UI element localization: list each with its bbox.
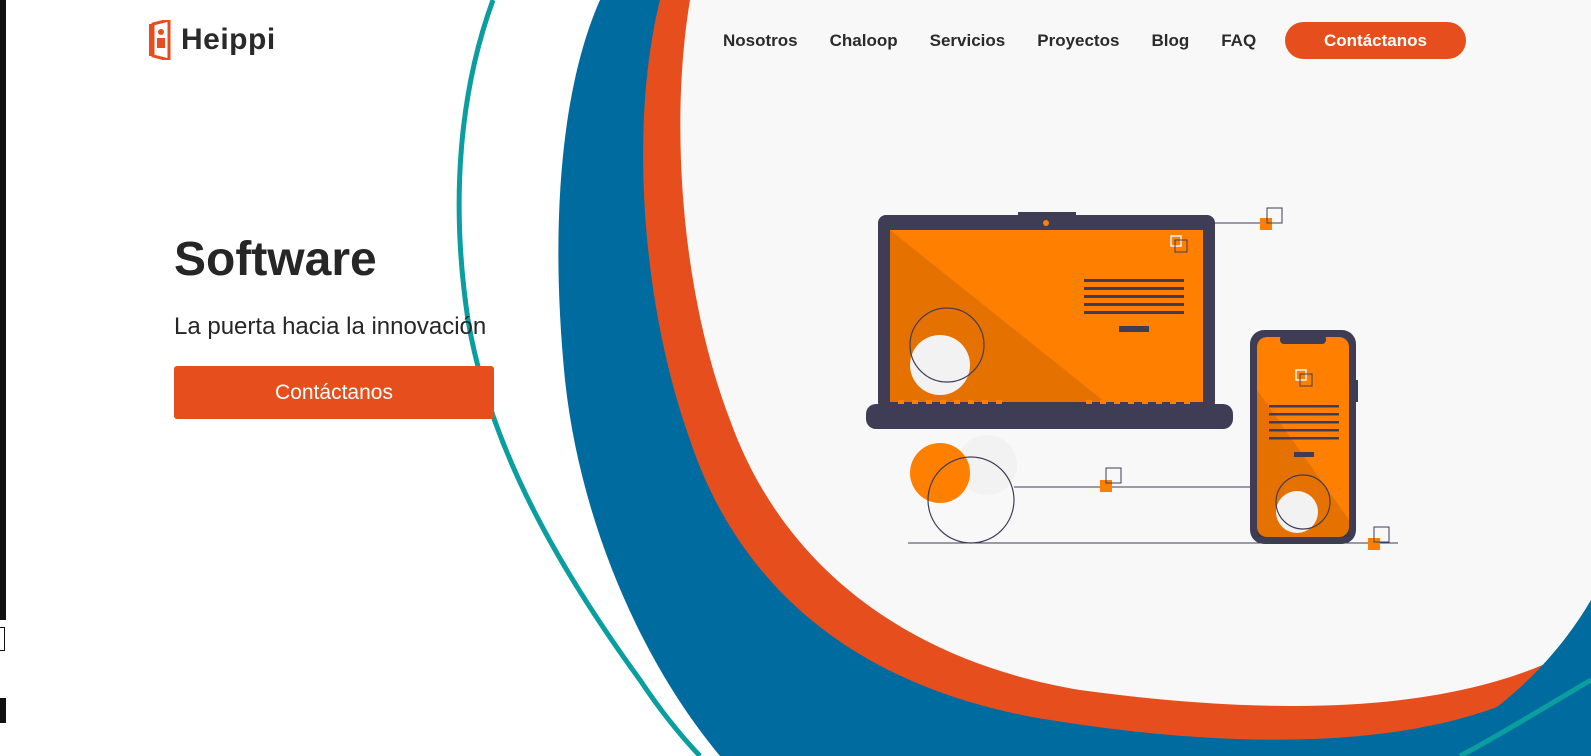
door-logo-icon (149, 20, 171, 60)
brand-logo[interactable]: Heippi (147, 20, 276, 60)
nav-item-servicios[interactable]: Servicios (930, 31, 1006, 51)
phone-icon (1250, 330, 1358, 544)
nav-item-faq[interactable]: FAQ (1221, 31, 1256, 51)
nav-contact-button[interactable]: Contáctanos (1285, 22, 1466, 59)
nav-item-chaloop[interactable]: Chaloop (830, 31, 898, 51)
main-navigation: Nosotros Chaloop Servicios Proyectos Blo… (723, 22, 1288, 59)
hero-contact-button[interactable]: Contáctanos (174, 366, 494, 419)
hero-subtitle: La puerta hacia la innovación (174, 313, 487, 340)
nav-item-nosotros[interactable]: Nosotros (723, 31, 798, 51)
nav-item-blog[interactable]: Blog (1151, 31, 1189, 51)
hero-title: Software (174, 233, 377, 286)
laptop-icon (866, 212, 1233, 429)
brand-name: Heippi (181, 23, 276, 56)
devices-illustration (866, 207, 1398, 550)
nav-item-proyectos[interactable]: Proyectos (1037, 31, 1119, 51)
